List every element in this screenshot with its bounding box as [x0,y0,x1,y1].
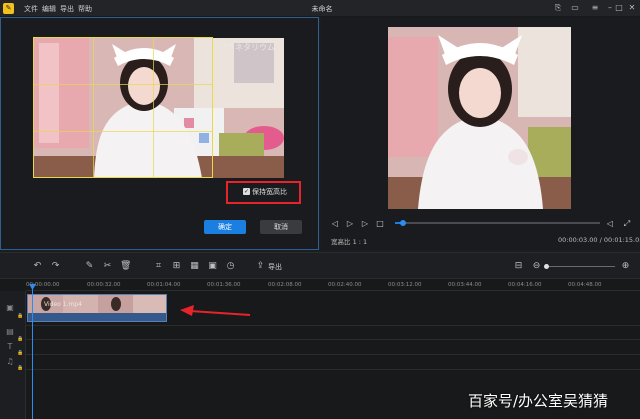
redo-icon[interactable]: ↷ [50,261,61,272]
menu-export[interactable]: 导出 [60,4,74,14]
clip-thumbnails [28,295,166,321]
playhead[interactable] [32,286,33,419]
keep-ratio-label[interactable]: 保持宽高比 [252,187,287,197]
track-divider [26,369,640,370]
speed-icon[interactable]: ◷ [225,261,236,272]
ruler-tick: 00:01:36.00 [207,282,241,288]
video-clip[interactable] [27,294,167,322]
track-divider [26,339,640,340]
track-divider [26,354,640,355]
app-logo-icon: ✎ [3,3,14,14]
next-frame-icon[interactable]: ▷ [360,219,370,228]
delete-icon[interactable]: 🗑 [120,261,131,272]
zoom-slider[interactable] [545,266,615,267]
ruler-tick: 00:00:32.00 [87,282,121,288]
aspect-ratio-label: 宽高比 1 : 1 [331,238,368,246]
lock-icon[interactable]: 🔒 [17,336,23,342]
crop-guide-line [33,84,213,85]
crop-guide-line [33,131,213,132]
confirm-button[interactable]: 确定 [204,220,246,234]
video-track-icon: ▣ [6,303,14,312]
fullscreen-icon[interactable]: ⤢ [622,219,632,229]
pen-icon[interactable]: ✎ [84,261,95,272]
mosaic-icon[interactable]: ▦ [189,261,200,272]
freeze-frame-icon[interactable]: ▣ [207,261,218,272]
export-label[interactable]: 导出 [268,262,282,272]
ruler-tick: 00:02:40.00 [328,282,362,288]
ruler-tick: 00:01:04.00 [147,282,181,288]
crop-icon[interactable]: ⌗ [153,261,164,272]
zoom-in-icon[interactable]: ⊕ [620,261,631,272]
lock-icon[interactable]: 🔒 [17,313,23,319]
crop-guide-line [153,37,154,178]
stop-icon[interactable]: □ [375,219,385,228]
preview-banner-text: プラネタリウム [219,43,275,52]
window-title: 未命名 [311,5,333,13]
menu-file[interactable]: 文件 [24,4,38,14]
resize-icon[interactable]: ⊞ [171,261,182,272]
ruler-tick: 00:04:48.00 [568,282,602,288]
scissors-icon[interactable]: ✂ [102,261,113,272]
export-icon[interactable]: ⇪ [255,261,266,272]
crop-region[interactable] [33,37,213,178]
keep-ratio-checkbox[interactable]: ✓ [243,188,250,195]
app-window: ✎ 文件 编辑 导出 帮助 未命名 ⎘ ▭ ≡ – □ ✕ プラネタリウム ✓ … [0,0,640,419]
lock-icon[interactable]: 🔒 [17,365,23,371]
fit-timeline-icon[interactable]: ⊟ [513,261,524,272]
clip-label: Video 1.mp4 [44,301,82,308]
maximize-icon[interactable]: □ [614,3,624,13]
overlay-track-icon: ▤ [6,327,14,336]
player-scene-image [388,27,571,209]
player-preview [388,27,571,209]
menu-icon[interactable]: ≡ [590,3,600,13]
text-track-icon: T [7,342,13,351]
ruler-tick: 00:02:08.00 [268,282,302,288]
watermark-text: 百家号/办公室吴猜猜 [468,392,609,410]
music-track-icon: ♫ [6,357,14,366]
volume-icon[interactable]: ◁ [605,219,615,228]
progress-bar[interactable] [395,222,600,224]
annotation-arrow [180,305,251,316]
undo-icon[interactable]: ↶ [32,261,43,272]
track-divider [26,325,640,326]
menu-edit[interactable]: 编辑 [42,4,56,14]
close-icon[interactable]: ✕ [627,3,637,13]
zoom-out-icon[interactable]: ⊖ [531,261,542,272]
play-icon[interactable]: ▷ [345,219,355,228]
ruler-tick: 00:03:12.00 [388,282,422,288]
monitor-icon[interactable]: ▭ [570,3,580,13]
time-readout: 00:00:03.00 / 00:01:15.05 [558,236,640,244]
menu-help[interactable]: 帮助 [78,4,92,14]
ruler-tick: 00:03:44.00 [448,282,482,288]
share-icon[interactable]: ⎘ [553,3,563,13]
prev-frame-icon[interactable]: ◁ [330,219,340,228]
cancel-button[interactable]: 取消 [260,220,302,234]
lock-icon[interactable]: 🔒 [17,350,23,356]
crop-guide-line [93,37,94,178]
ruler-tick: 00:04:16.00 [508,282,542,288]
